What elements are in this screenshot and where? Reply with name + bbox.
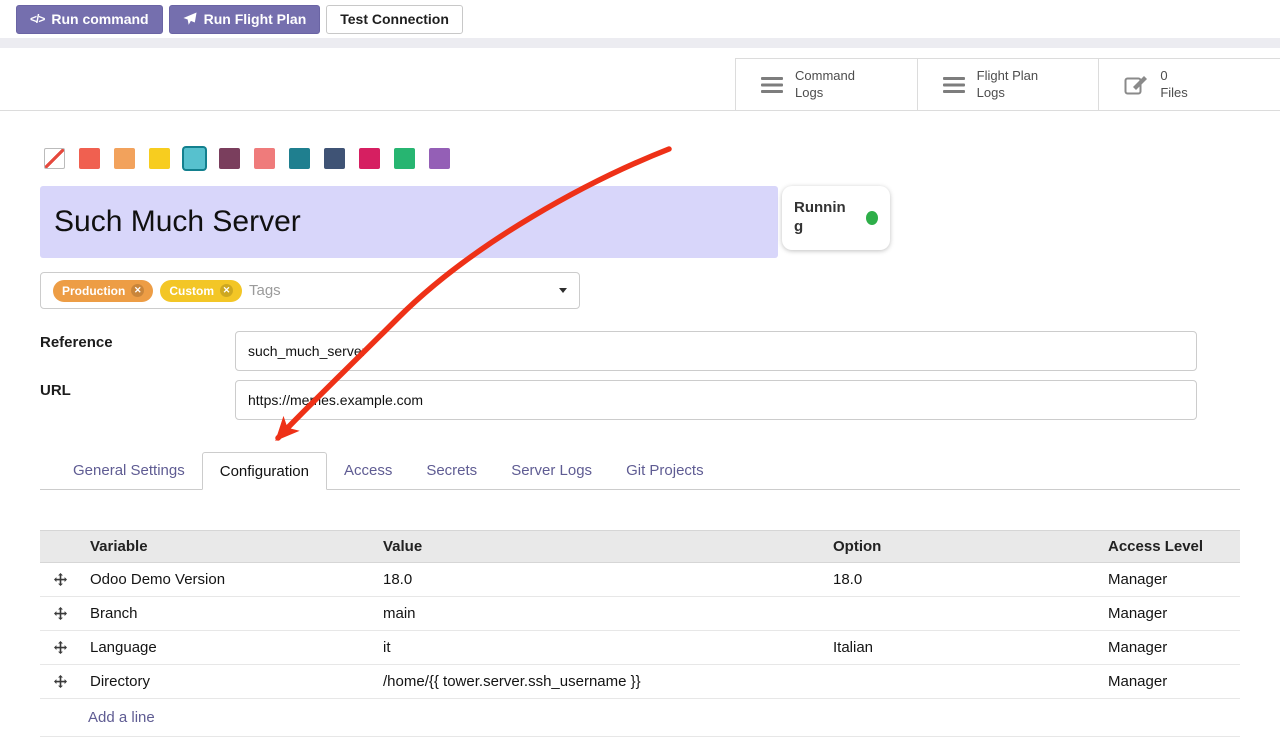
cell-option[interactable]: Italian [823, 639, 1098, 656]
list-icon [761, 76, 783, 94]
column-header-variable: Variable [80, 538, 373, 555]
tab-server-logs[interactable]: Server Logs [494, 452, 609, 489]
drag-handle-icon[interactable] [40, 641, 80, 654]
color-picker [44, 148, 450, 169]
status-label: Running [794, 199, 848, 237]
cell-access-level[interactable]: Manager [1098, 571, 1240, 588]
table-header-row: Variable Value Option Access Level [40, 530, 1240, 563]
tab-secrets[interactable]: Secrets [409, 452, 494, 489]
table-row[interactable]: Language it Italian Manager [40, 631, 1240, 665]
server-form-page: </> Run command Run Flight Plan Test Con… [0, 0, 1280, 742]
color-swatch[interactable] [289, 148, 310, 169]
edit-pencil-icon [1124, 74, 1148, 96]
tab-access[interactable]: Access [327, 452, 409, 489]
table-row[interactable]: Branch main Manager [40, 597, 1240, 631]
cell-value[interactable]: main [373, 605, 823, 622]
column-header-option: Option [823, 538, 1098, 555]
color-swatch-none[interactable] [44, 148, 65, 169]
cell-access-level[interactable]: Manager [1098, 639, 1240, 656]
add-a-line-link[interactable]: Add a line [40, 699, 1240, 737]
remove-tag-icon[interactable]: ✕ [220, 284, 233, 297]
status-dot-icon [866, 211, 878, 225]
toolbar-separator [0, 38, 1280, 48]
run-command-button[interactable]: </> Run command [16, 5, 163, 34]
color-swatch[interactable] [219, 148, 240, 169]
run-flight-plan-label: Run Flight Plan [204, 11, 307, 27]
files-button[interactable]: 0 Files [1098, 59, 1280, 110]
code-icon: </> [30, 12, 44, 26]
cell-value[interactable]: 18.0 [373, 571, 823, 588]
command-logs-label: Command Logs [795, 68, 855, 102]
reference-input[interactable] [235, 331, 1197, 371]
cell-access-level[interactable]: Manager [1098, 605, 1240, 622]
column-header-access-level: Access Level [1098, 538, 1240, 555]
tab-configuration[interactable]: Configuration [202, 452, 327, 490]
cell-variable[interactable]: Odoo Demo Version [80, 571, 373, 588]
paper-plane-icon [183, 12, 197, 26]
tag-label: Production [62, 284, 125, 298]
tab-general-settings[interactable]: General Settings [56, 452, 202, 489]
color-swatch[interactable] [254, 148, 275, 169]
tag-custom[interactable]: Custom ✕ [160, 280, 242, 302]
color-swatch[interactable] [394, 148, 415, 169]
panel-divider [0, 110, 1280, 111]
drag-handle-icon[interactable] [40, 675, 80, 688]
tag-label: Custom [169, 284, 214, 298]
url-input[interactable] [235, 380, 1197, 420]
tag-production[interactable]: Production ✕ [53, 280, 153, 302]
tags-placeholder: Tags [249, 282, 281, 299]
remove-tag-icon[interactable]: ✕ [131, 284, 144, 297]
cell-value[interactable]: /home/{{ tower.server.ssh_username }} [373, 673, 823, 690]
cell-variable[interactable]: Directory [80, 673, 373, 690]
variables-table: Variable Value Option Access Level Odoo … [40, 530, 1240, 737]
color-swatch[interactable] [114, 148, 135, 169]
url-label: URL [40, 382, 71, 399]
notebook-tabs: General Settings Configuration Access Se… [40, 452, 1240, 490]
test-connection-button[interactable]: Test Connection [326, 5, 463, 34]
color-swatch[interactable] [149, 148, 170, 169]
flight-plan-logs-button[interactable]: Flight Plan Logs [917, 59, 1099, 110]
chevron-down-icon[interactable] [559, 288, 567, 293]
drag-handle-icon[interactable] [40, 607, 80, 620]
column-header-value: Value [373, 538, 823, 555]
top-toolbar: </> Run command Run Flight Plan Test Con… [0, 0, 1280, 38]
color-swatch[interactable] [324, 148, 345, 169]
color-swatch[interactable] [429, 148, 450, 169]
color-swatch-selected[interactable] [184, 148, 205, 169]
status-card[interactable]: Running [782, 186, 890, 250]
flight-plan-logs-label: Flight Plan Logs [977, 68, 1038, 102]
drag-handle-icon[interactable] [40, 573, 80, 586]
tab-git-projects[interactable]: Git Projects [609, 452, 721, 489]
color-swatch[interactable] [79, 148, 100, 169]
reference-label: Reference [40, 334, 113, 351]
cell-variable[interactable]: Language [80, 639, 373, 656]
test-connection-label: Test Connection [340, 11, 449, 27]
cell-option[interactable]: 18.0 [823, 571, 1098, 588]
color-swatch[interactable] [359, 148, 380, 169]
server-name-text: Such Much Server [54, 205, 301, 239]
tags-field[interactable]: Production ✕ Custom ✕ Tags [40, 272, 580, 309]
cell-access-level[interactable]: Manager [1098, 673, 1240, 690]
files-label: 0 Files [1160, 68, 1187, 102]
list-icon [943, 76, 965, 94]
run-command-label: Run command [51, 11, 148, 27]
cell-variable[interactable]: Branch [80, 605, 373, 622]
run-flight-plan-button[interactable]: Run Flight Plan [169, 5, 321, 34]
server-name-input[interactable]: Such Much Server [40, 186, 778, 258]
cell-value[interactable]: it [373, 639, 823, 656]
table-row[interactable]: Odoo Demo Version 18.0 18.0 Manager [40, 563, 1240, 597]
command-logs-button[interactable]: Command Logs [735, 59, 917, 110]
stat-button-bar: Command Logs Flight Plan Logs 0 Files [735, 58, 1280, 110]
table-row[interactable]: Directory /home/{{ tower.server.ssh_user… [40, 665, 1240, 699]
